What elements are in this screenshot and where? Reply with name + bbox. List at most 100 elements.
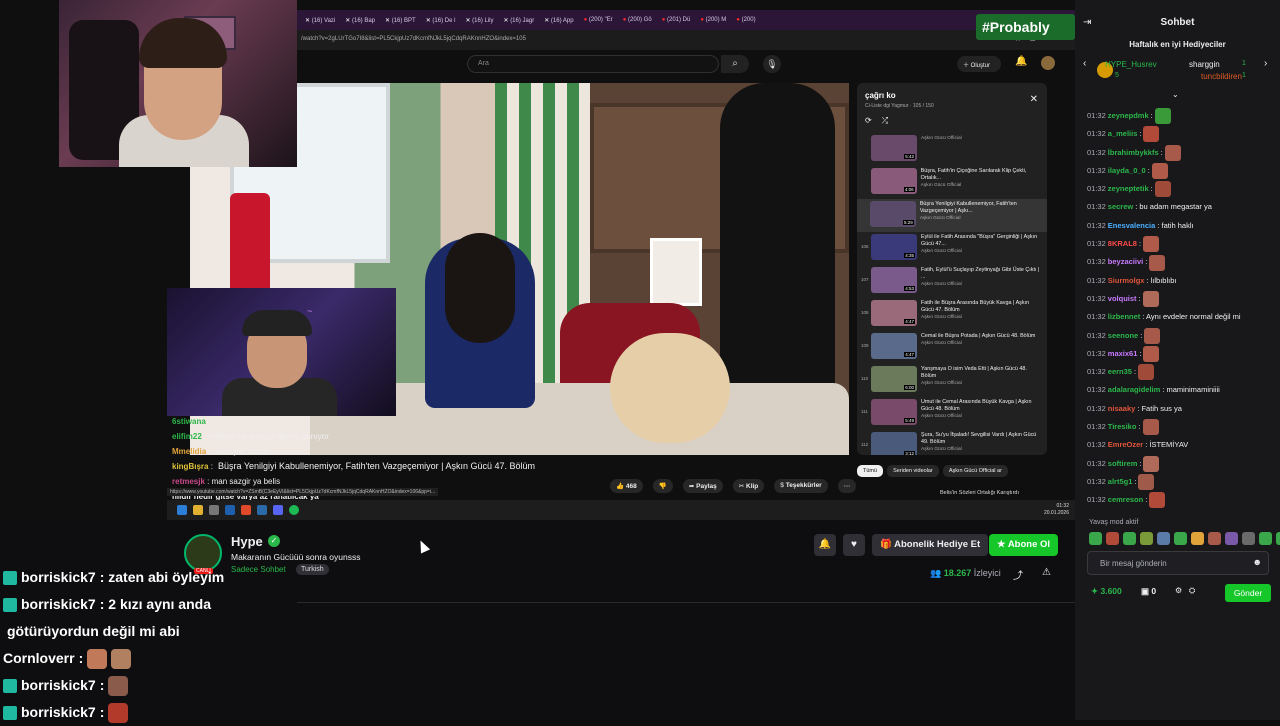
chat-username[interactable]: zeynepdmk xyxy=(1108,107,1149,125)
overlay-chat-line: retmesjk : man sazgir ya belis xyxy=(172,474,552,489)
overlay-chat-user: elifim22 xyxy=(172,432,202,441)
chat-username[interactable]: lizbennet xyxy=(1108,308,1141,326)
streamer-name[interactable]: Hype xyxy=(231,534,263,549)
playlist-thumbnail[interactable]: 4:06 xyxy=(870,168,917,194)
gear-icon[interactable]: ⚙ ⛭ xyxy=(1175,586,1195,596)
playlist-thumbnail[interactable]: 3:12 xyxy=(871,432,917,455)
browser-tab[interactable]: (16) App xyxy=(540,15,577,26)
gifter-3-name[interactable]: tuncbildiren xyxy=(1201,72,1242,81)
chat-username[interactable]: softirem xyxy=(1108,455,1138,473)
chat-username[interactable]: 8KRAL8 xyxy=(1108,235,1137,253)
chat-timestamp: 01:32 xyxy=(1087,367,1106,377)
chat-username[interactable]: Enesvalencia xyxy=(1108,217,1156,235)
emote-icon[interactable] xyxy=(1191,532,1204,545)
playlist-thumbnail[interactable]: 6:00 xyxy=(871,366,917,392)
emote-icon[interactable] xyxy=(1208,532,1221,545)
emote-icon[interactable] xyxy=(1225,532,1238,545)
browser-tab[interactable]: (200) Gö xyxy=(619,15,656,25)
chat-username[interactable]: zeyneptetik xyxy=(1108,180,1149,198)
kick-badge-icon xyxy=(3,570,17,585)
chat-username[interactable]: seenone xyxy=(1108,327,1138,345)
chevron-left-icon[interactable]: ‹ xyxy=(1083,58,1086,69)
chat-username[interactable]: secrew xyxy=(1108,198,1133,216)
send-button[interactable]: Gönder xyxy=(1225,584,1271,602)
chevron-right-icon[interactable]: › xyxy=(1264,58,1267,69)
playlist-item[interactable]: 5:29 Büşra Yenilgiyi Kabullenemiyor, Fati… xyxy=(857,199,1047,232)
browser-tab[interactable]: (200) xyxy=(732,15,759,25)
chat-username[interactable]: adalaragidelim xyxy=(1108,381,1161,399)
emote-icon[interactable] xyxy=(1276,532,1280,545)
chat-username[interactable]: cemreson xyxy=(1108,491,1143,509)
gifter-2-name[interactable]: sharggin xyxy=(1189,60,1220,69)
playlist-thumbnail[interactable]: 4:47 xyxy=(871,333,917,359)
chat-username[interactable]: a_meliis xyxy=(1108,125,1138,143)
chat-username[interactable]: alrt5g1 xyxy=(1108,473,1133,491)
emote-icon[interactable] xyxy=(1157,532,1170,545)
emote-icon[interactable] xyxy=(1140,532,1153,545)
playlist-thumbnail[interactable]: 5:29 xyxy=(869,201,916,227)
emote-icon[interactable] xyxy=(1106,532,1119,545)
chat-username[interactable]: volquist xyxy=(1108,290,1137,308)
browser-tab[interactable]: (200) "Er xyxy=(580,15,617,25)
playlist-thumbnail[interactable]: 5:49 xyxy=(871,399,917,425)
gifter-1-name[interactable]: HYPE_Husrev xyxy=(1105,60,1157,69)
browser-tab[interactable]: (16) De l xyxy=(422,15,460,26)
browser-tab[interactable]: (201) Dü xyxy=(658,15,695,25)
emoji-icon[interactable]: ☻ xyxy=(1253,557,1262,567)
chat-username[interactable]: Tiresiko xyxy=(1108,418,1137,436)
playlist-item[interactable]: 112 3:12 Şura, Su'yu İfşaladı! Sevgilisi V… xyxy=(857,430,1047,455)
emote-icon[interactable] xyxy=(1259,532,1272,545)
playlist-item[interactable]: 110 6:00 Yanşmaya O isim Veda Etti | Aşkın… xyxy=(857,364,1047,397)
chevron-down-icon[interactable]: ⌄ xyxy=(1172,90,1179,99)
points-secondary[interactable]: ▣ 0 xyxy=(1141,586,1156,597)
playlist-thumbnail[interactable]: 4:47 xyxy=(871,300,917,326)
subscribe-button[interactable]: ★ Abone Ol xyxy=(989,534,1059,556)
playlist-item[interactable]: 111 5:49 Umut ile Cemal Arasında Büyük Kav… xyxy=(857,397,1047,430)
follow-heart-button[interactable]: ♥ xyxy=(843,534,865,556)
overlay-chat-line: götürüyordun değil mi abi xyxy=(3,618,303,645)
browser-tab[interactable]: (16) Jagr xyxy=(499,15,538,26)
clip-button: ✂ Klip xyxy=(732,479,765,493)
playlist-item[interactable]: 4:06 Büşra, Fatih'in Çiçeğine Sarılarak K… xyxy=(857,166,1047,199)
share-icon[interactable]: ⤴ xyxy=(1013,567,1023,582)
chat-username[interactable]: Siurmolgx xyxy=(1108,272,1145,290)
emote-icon[interactable] xyxy=(1242,532,1255,545)
playlist-item[interactable]: 108 4:47 Fatih ile Büşra Arasında Büyük Ka… xyxy=(857,298,1047,331)
playlist-item[interactable]: 5:42 Aşkın Gücü Official xyxy=(857,133,1047,166)
emote-icon[interactable] xyxy=(1174,532,1187,545)
playlist-item[interactable]: 106 4:35 Eylül ile Fatih Arasında "Büşra" … xyxy=(857,232,1047,265)
chat-username[interactable]: beyzaciivi xyxy=(1108,253,1143,271)
browser-tab[interactable]: (16) BPT xyxy=(381,15,420,26)
overlay-chat-text: : zaten abi öyleyim xyxy=(99,569,225,585)
chat-username[interactable]: İbrahimbykkfs xyxy=(1108,144,1159,162)
chat-username[interactable]: maxix61 xyxy=(1108,345,1138,363)
emote-icon[interactable] xyxy=(1089,532,1102,545)
playlist-thumbnail[interactable]: 5:42 xyxy=(871,135,917,161)
emote-icon xyxy=(1142,419,1159,436)
chat-username[interactable]: ilayda_0_0 xyxy=(1108,162,1146,180)
report-icon[interactable]: ⚠ xyxy=(1042,567,1051,578)
browser-tab[interactable]: (16) Vazi xyxy=(301,15,339,26)
playlist-item-channel: Aşkın Gücü Official xyxy=(921,381,962,386)
notification-bell-button[interactable]: 🔔 xyxy=(814,534,836,556)
browser-tab[interactable]: (16) Bap xyxy=(341,15,379,26)
probably-badge: #Probably xyxy=(976,14,1075,40)
browser-tab[interactable]: (200) M xyxy=(696,15,730,25)
emote-bar xyxy=(1089,532,1280,545)
overlay-chat-text: : xyxy=(99,677,105,693)
playlist-title: çağrı ko xyxy=(865,91,896,100)
stream-video: (16) Vazi(16) Bap(16) BPT(16) De l(16) L… xyxy=(0,0,1075,520)
playlist-item[interactable]: 107 4:53 Fatih, Eylül'ü Suçlayıp Zeytinyağ… xyxy=(857,265,1047,298)
playlist-thumbnail[interactable]: 4:53 xyxy=(871,267,917,293)
channel-points[interactable]: ✦ 3.600 xyxy=(1091,586,1122,597)
browser-tab[interactable]: (16) Lily xyxy=(461,15,497,26)
chat-input[interactable]: Bir mesaj gönderin ☻ xyxy=(1087,551,1269,575)
chat-username[interactable]: eern35 xyxy=(1108,363,1132,381)
emote-icon[interactable] xyxy=(1123,532,1136,545)
chat-username[interactable]: EmreOzer xyxy=(1108,436,1143,454)
chat-username[interactable]: nisaaky xyxy=(1108,400,1136,418)
gift-sub-button[interactable]: 🎁 Abonelik Hediye Et xyxy=(872,534,989,556)
playlist-item-number: 110 xyxy=(861,376,869,381)
playlist-thumbnail[interactable]: 4:35 xyxy=(871,234,917,260)
playlist-item[interactable]: 109 4:47 Cemal ile Büşra Potada | Aşkın Gü… xyxy=(857,331,1047,364)
